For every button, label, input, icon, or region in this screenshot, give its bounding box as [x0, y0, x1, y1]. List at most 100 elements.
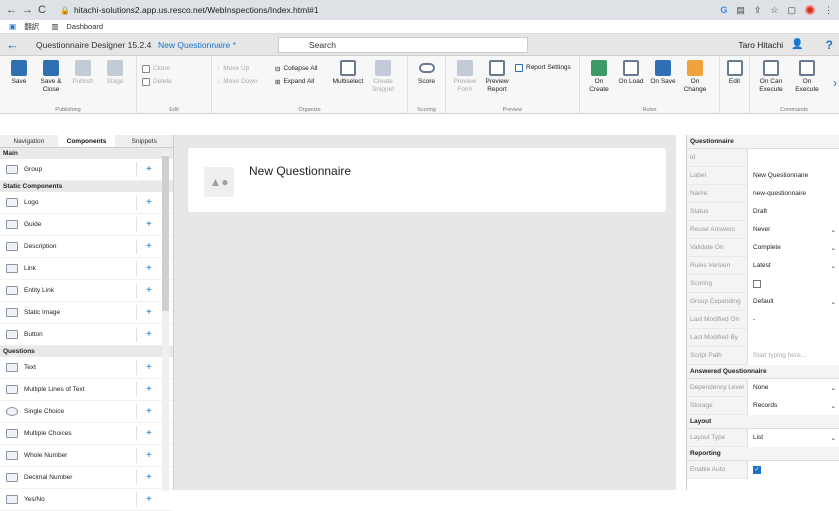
- prop-value[interactable]: [747, 148, 839, 167]
- clone-icon: [142, 64, 150, 73]
- share-icon[interactable]: ⇪: [754, 5, 762, 16]
- tab-navigation[interactable]: Navigation: [0, 135, 58, 147]
- component-logo[interactable]: Logo +: [0, 192, 173, 214]
- on-can-execute-button[interactable]: On Can Execute: [755, 60, 787, 94]
- preview-form-button[interactable]: Preview Form: [451, 60, 479, 94]
- prop-value[interactable]: New Questionnaire: [747, 166, 839, 185]
- prop-select[interactable]: None ⌄: [747, 378, 839, 397]
- component-group[interactable]: Group +: [0, 159, 173, 181]
- add-icon[interactable]: +: [146, 164, 152, 175]
- on-change-button[interactable]: On Change: [681, 60, 709, 94]
- questionnaire-image-icon[interactable]: ▲●: [204, 167, 234, 197]
- component-link[interactable]: Link +: [0, 258, 173, 280]
- script-path-input[interactable]: Start typing here...: [747, 346, 839, 365]
- component-yes-no[interactable]: Yes/No +: [0, 489, 173, 511]
- delete-button[interactable]: Delete: [142, 76, 172, 87]
- add-icon[interactable]: +: [146, 329, 152, 340]
- forward-arrow-icon[interactable]: →: [22, 4, 33, 16]
- move-down-button[interactable]: ↓ Move Down: [217, 76, 271, 87]
- on-load-button[interactable]: On Load: [617, 60, 645, 86]
- on-execute-button[interactable]: On Execute: [791, 60, 823, 94]
- edit-rules-button[interactable]: Edit: [725, 60, 744, 86]
- questionnaire-card[interactable]: ▲● New Questionnaire: [188, 148, 666, 212]
- app-back-icon[interactable]: ←: [6, 37, 24, 52]
- prop-select[interactable]: Never ⌄: [747, 220, 839, 239]
- component-multiple-choices[interactable]: Multiple Choices +: [0, 423, 173, 445]
- user-menu[interactable]: Taro Hitachi 👤 ?: [738, 38, 833, 52]
- add-icon[interactable]: +: [146, 406, 152, 417]
- chevron-down-icon: ⌄: [830, 262, 836, 270]
- component-decimal-number[interactable]: Decimal Number +: [0, 467, 173, 489]
- component-text[interactable]: Text +: [0, 357, 173, 379]
- on-can-execute-label: On Can: [759, 78, 783, 85]
- reload-icon[interactable]: C: [38, 4, 46, 16]
- search-input[interactable]: Search: [278, 36, 528, 53]
- move-up-button[interactable]: ↑ Move Up: [217, 63, 271, 74]
- prop-select[interactable]: Complete ⌄: [747, 238, 839, 257]
- help-icon[interactable]: ?: [826, 38, 833, 52]
- prop-value[interactable]: new-questionnaire: [747, 184, 839, 203]
- extension-icon[interactable]: ▤: [736, 5, 745, 16]
- questionnaire-title[interactable]: New Questionnaire: [249, 164, 351, 178]
- scrollbar-thumb[interactable]: [162, 156, 169, 311]
- menu-dots-icon[interactable]: ⋮: [824, 5, 833, 16]
- on-save-button[interactable]: On Save: [649, 60, 677, 86]
- expand-all-button[interactable]: ⊞ Expand All: [275, 76, 327, 87]
- add-icon[interactable]: +: [146, 494, 152, 505]
- prop-select[interactable]: Latest ⌄: [747, 256, 839, 275]
- prop-key: Enable Auto: [690, 466, 726, 473]
- save-button[interactable]: Save: [5, 60, 33, 86]
- clone-button[interactable]: Clone: [142, 63, 172, 74]
- window-icon[interactable]: ▢: [787, 5, 796, 16]
- report-settings-button[interactable]: Report Settings: [515, 62, 571, 73]
- bookmark-dashboard[interactable]: ▥ Dashboard: [51, 22, 109, 31]
- add-icon[interactable]: +: [146, 472, 152, 483]
- address-bar[interactable]: 🔒 hitachi-solutions2.app.us.resco.net/We…: [60, 5, 319, 15]
- publish-button[interactable]: Publish: [69, 60, 97, 86]
- component-whole-number[interactable]: Whole Number +: [0, 445, 173, 467]
- component-entity-link[interactable]: Entity Link +: [0, 280, 173, 302]
- prop-select[interactable]: Default ⌄: [747, 292, 839, 311]
- add-icon[interactable]: +: [146, 450, 152, 461]
- on-create-button[interactable]: On Create: [585, 60, 613, 94]
- stage-button[interactable]: Stage: [101, 60, 129, 86]
- add-icon[interactable]: +: [146, 219, 152, 230]
- component-description[interactable]: Description +: [0, 236, 173, 258]
- add-icon[interactable]: +: [146, 197, 152, 208]
- multiselect-button[interactable]: Multiselect: [331, 60, 365, 86]
- add-icon[interactable]: +: [146, 263, 152, 274]
- bookmark-translate[interactable]: ▣ 翻訳: [9, 21, 45, 32]
- multiselect-icon: [340, 60, 356, 76]
- google-extension-icon[interactable]: G: [720, 5, 727, 15]
- add-icon[interactable]: +: [146, 428, 152, 439]
- component-static-image[interactable]: Static Image +: [0, 302, 173, 324]
- score-button[interactable]: Score: [413, 60, 440, 86]
- tab-components[interactable]: Components: [57, 135, 116, 147]
- ribbon-scroll-right-icon[interactable]: ›: [833, 76, 837, 90]
- create-snippet-button[interactable]: Create Snippet: [369, 60, 397, 94]
- left-scrollbar[interactable]: [162, 151, 169, 491]
- enable-auto-checkbox[interactable]: ✓: [753, 465, 761, 474]
- tab-snippets[interactable]: Snippets: [115, 135, 173, 147]
- back-arrow-icon[interactable]: ←: [6, 4, 17, 16]
- save-close-button[interactable]: Save & Close: [37, 60, 65, 94]
- add-icon[interactable]: +: [146, 285, 152, 296]
- add-icon[interactable]: +: [146, 362, 152, 373]
- image-icon: [6, 308, 18, 317]
- component-guide[interactable]: Guide +: [0, 214, 173, 236]
- scoring-checkbox[interactable]: [753, 279, 761, 288]
- prop-select[interactable]: List ⌄: [747, 428, 839, 447]
- add-icon[interactable]: +: [146, 307, 152, 318]
- record-icon[interactable]: [805, 5, 815, 15]
- star-icon[interactable]: ☆: [770, 5, 778, 16]
- preview-report-button[interactable]: Preview Report: [483, 60, 511, 94]
- app-title: Questionnaire Designer 15.2.4: [36, 39, 152, 50]
- prop-select[interactable]: Records ⌄: [747, 396, 839, 415]
- add-icon[interactable]: +: [146, 384, 152, 395]
- component-single-choice[interactable]: Single Choice +: [0, 401, 173, 423]
- component-button[interactable]: Button +: [0, 324, 173, 346]
- add-icon[interactable]: +: [146, 241, 152, 252]
- collapse-all-button[interactable]: ⊟ Collapse All: [275, 63, 327, 74]
- component-multiline-text[interactable]: Multiple Lines of Text +: [0, 379, 173, 401]
- questionnaire-tab[interactable]: New Questionnaire *: [158, 40, 278, 50]
